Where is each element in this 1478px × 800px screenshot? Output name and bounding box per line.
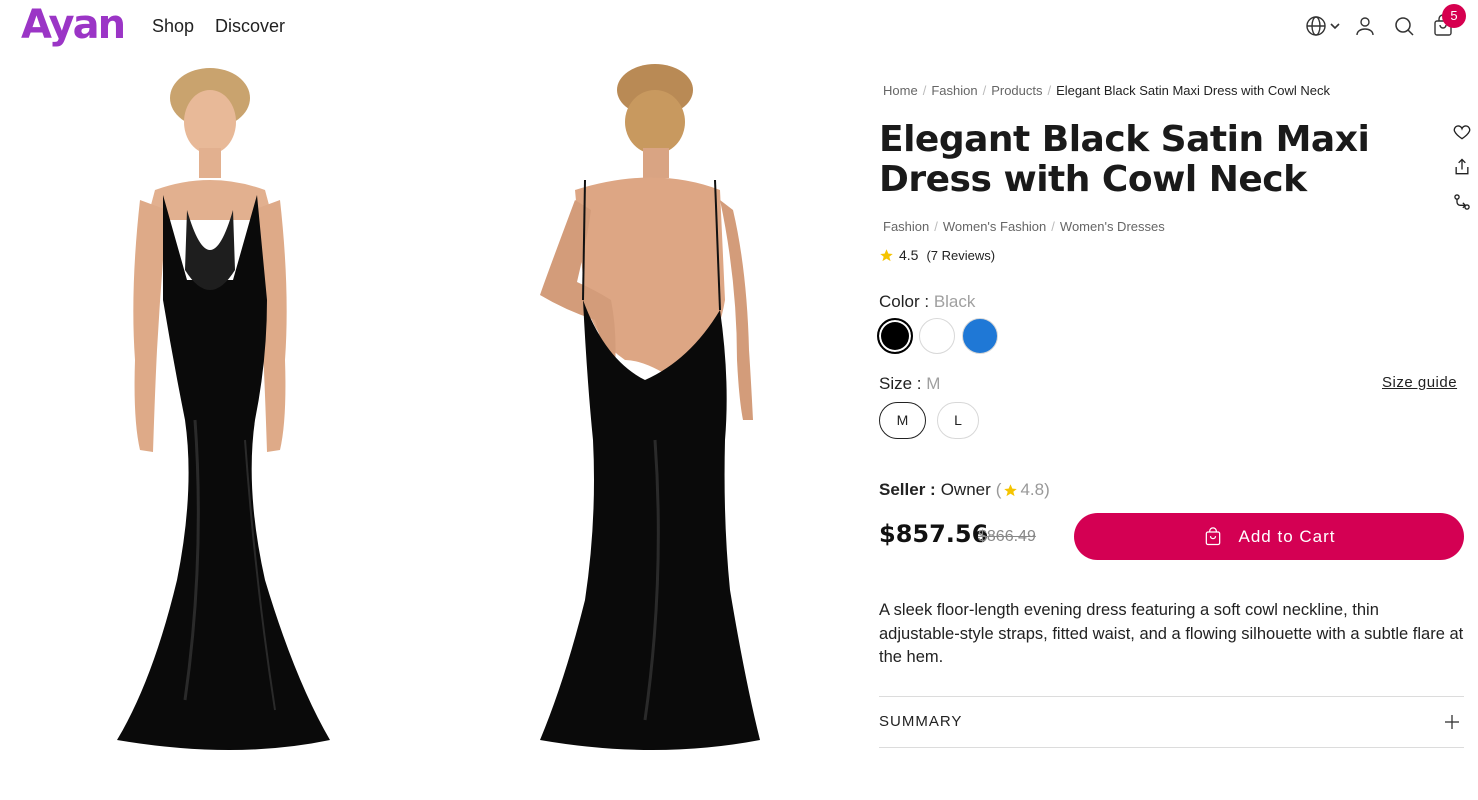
product-rating: 4.5 (7 Reviews): [879, 247, 995, 263]
product-categories: Fashion / Women's Fashion / Women's Dresses: [883, 219, 1165, 234]
product-description: A sleek floor-length evening dress featu…: [879, 601, 1464, 666]
breadcrumb-home[interactable]: Home: [883, 83, 918, 98]
chevron-down-icon[interactable]: [1328, 14, 1342, 38]
color-label: Color : Black: [879, 292, 975, 312]
breadcrumb-products[interactable]: Products: [991, 83, 1042, 98]
product-price: $857.56: [879, 520, 989, 548]
dress-front-image[interactable]: [95, 60, 355, 760]
brand-logo[interactable]: Ayan: [21, 2, 126, 48]
size-label-text: Size :: [879, 374, 922, 393]
star-icon: [880, 248, 893, 261]
plus-icon: [1445, 715, 1459, 729]
color-swatch-black[interactable]: [877, 318, 913, 354]
category-fashion[interactable]: Fashion: [883, 219, 929, 234]
summary-label: SUMMARY: [879, 713, 963, 730]
category-womens-fashion[interactable]: Women's Fashion: [943, 219, 1046, 234]
color-swatch-blue[interactable]: [962, 318, 998, 354]
cart-count-badge: 5: [1442, 4, 1466, 28]
seller-name[interactable]: Owner: [941, 480, 991, 500]
search-icon[interactable]: [1392, 14, 1416, 38]
dress-back-image[interactable]: [515, 60, 775, 760]
rating-value: 4.5: [899, 247, 919, 263]
heart-icon[interactable]: [1452, 122, 1472, 142]
size-option-l[interactable]: L: [937, 402, 979, 439]
star-icon: [1004, 483, 1018, 496]
size-label: Size : M: [879, 374, 940, 394]
globe-icon[interactable]: [1304, 14, 1328, 38]
divider: [879, 747, 1464, 748]
seller-label: Seller :: [879, 480, 936, 499]
size-guide-link[interactable]: Size guide: [1382, 374, 1457, 391]
seller-info: Seller : Owner ( 4.8): [879, 480, 1050, 500]
seller-rating-open: (: [995, 480, 1002, 499]
nav-shop-link[interactable]: Shop: [152, 16, 194, 37]
site-header: Ayan Shop Discover 5: [0, 0, 1478, 56]
seller-rating: ( 4.8): [996, 480, 1050, 500]
product-title: Elegant Black Satin Maxi Dress with Cowl…: [879, 119, 1370, 200]
reviews-count[interactable]: (7 Reviews): [926, 248, 995, 263]
category-womens-dresses[interactable]: Women's Dresses: [1060, 219, 1165, 234]
shopping-bag-icon: [1205, 526, 1220, 545]
color-label-text: Color :: [879, 292, 930, 311]
user-icon[interactable]: [1353, 14, 1377, 38]
color-swatch-white[interactable]: [919, 318, 955, 354]
add-to-cart-label: Add to Cart: [1238, 526, 1336, 546]
nav-discover-link[interactable]: Discover: [215, 16, 285, 37]
compare-icon[interactable]: [1452, 192, 1472, 212]
add-to-cart-button[interactable]: Add to Cart: [1074, 513, 1464, 560]
breadcrumb-current: Elegant Black Satin Maxi Dress with Cowl…: [1056, 83, 1330, 98]
size-selected-value: M: [926, 374, 941, 393]
size-option-m[interactable]: M: [879, 402, 926, 439]
product-old-price: $866.49: [978, 528, 1036, 545]
breadcrumb-fashion[interactable]: Fashion: [931, 83, 977, 98]
share-icon[interactable]: [1452, 157, 1472, 177]
summary-accordion[interactable]: SUMMARY: [879, 697, 1464, 747]
color-selected-value: Black: [933, 292, 976, 311]
seller-rating-value: 4.8): [1020, 480, 1050, 499]
breadcrumb: Home / Fashion / Products / Elegant Black Sati…: [883, 83, 1330, 98]
